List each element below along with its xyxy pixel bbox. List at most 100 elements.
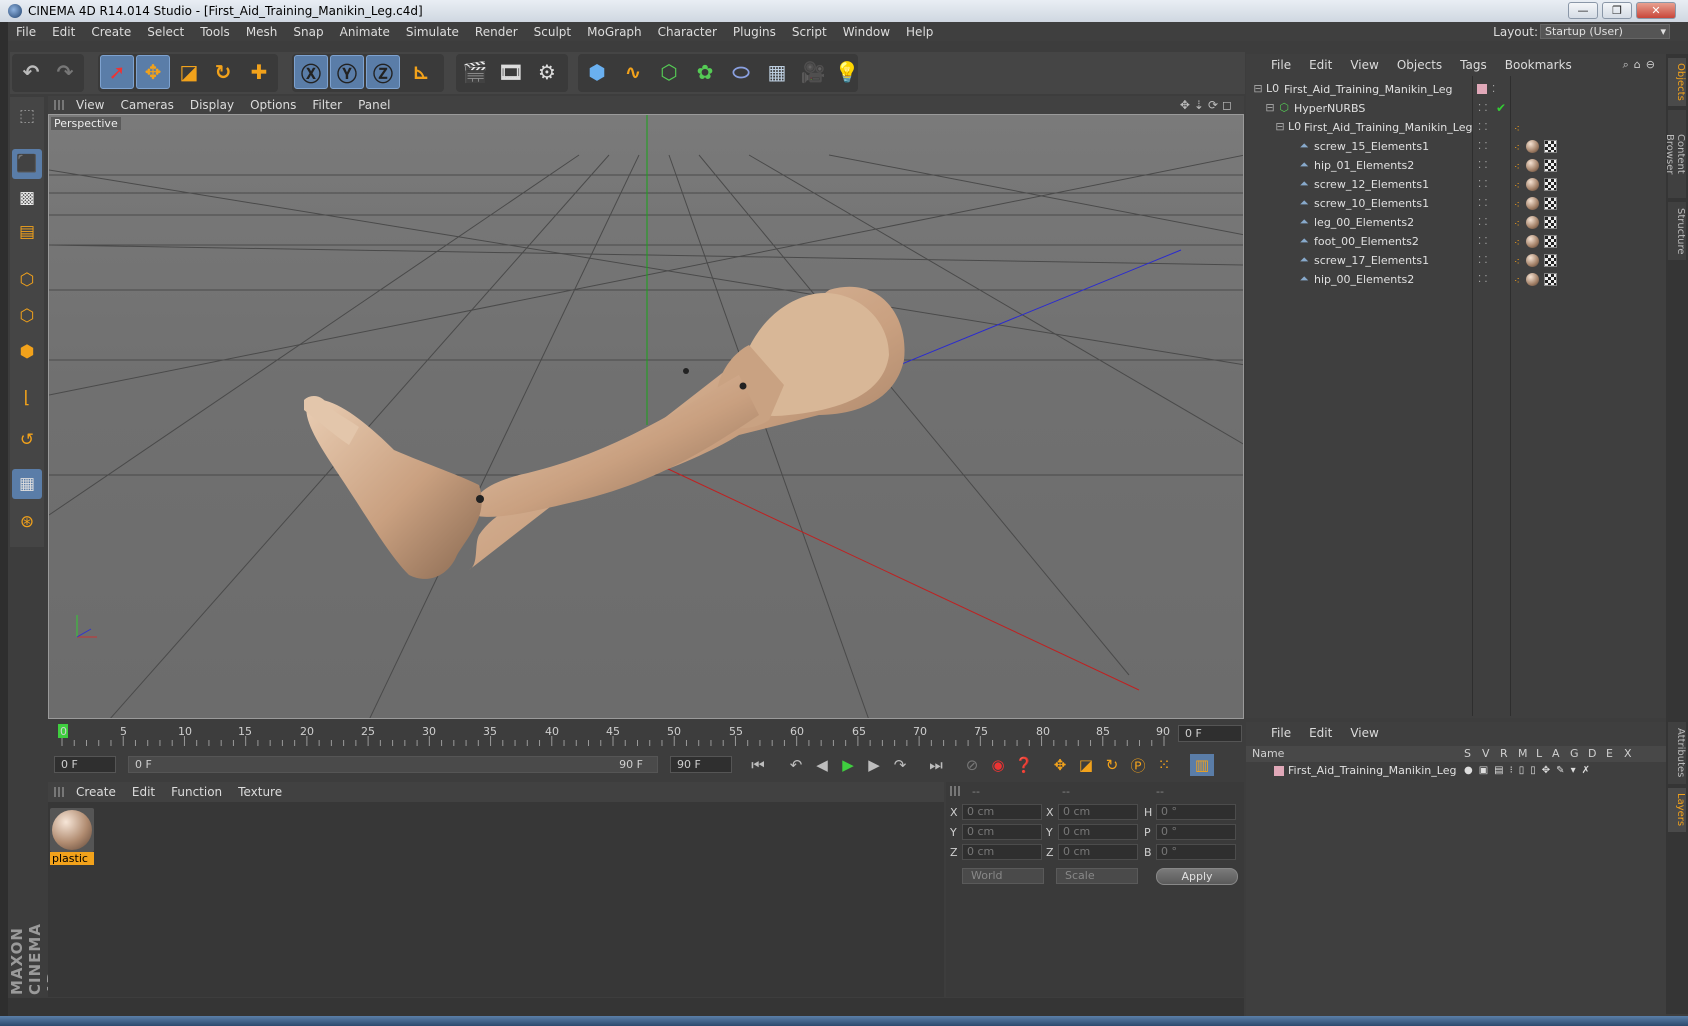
viewport-menu-display[interactable]: Display bbox=[182, 98, 242, 112]
objects-menu-bookmarks[interactable]: Bookmarks bbox=[1496, 58, 1581, 72]
visibility-dots[interactable]: ⁚ ⁚ bbox=[1478, 156, 1508, 175]
add-object-icon[interactable]: ✚ bbox=[242, 55, 276, 89]
visibility-dots[interactable]: ⁚ ⁚ bbox=[1478, 194, 1508, 213]
menu-create[interactable]: Create bbox=[83, 25, 139, 39]
manikin-leg-model[interactable] bbox=[304, 286, 905, 579]
x-axis-icon[interactable]: Ⓧ bbox=[294, 55, 328, 89]
uvw-tag-icon[interactable] bbox=[1544, 235, 1557, 248]
motion-record-icon[interactable]: ⊘ bbox=[960, 754, 984, 776]
prev-key-icon[interactable]: ↶ bbox=[784, 754, 808, 776]
objects-menu-tags[interactable]: Tags bbox=[1451, 58, 1496, 72]
minimize-button[interactable]: — bbox=[1568, 2, 1598, 19]
redo-icon[interactable]: ↷ bbox=[48, 55, 82, 89]
uvw-tag-icon[interactable] bbox=[1544, 254, 1557, 267]
polygons-mode-icon[interactable]: ⬢ bbox=[12, 337, 42, 367]
z-axis-icon[interactable]: Ⓩ bbox=[366, 55, 400, 89]
current-frame-field[interactable]: 0 F bbox=[1178, 725, 1242, 742]
objects-menu-objects[interactable]: Objects bbox=[1388, 58, 1451, 72]
menu-sculpt[interactable]: Sculpt bbox=[526, 25, 579, 39]
maximize-button[interactable]: ❐ bbox=[1602, 2, 1632, 19]
start-frame-field[interactable]: 0 F bbox=[54, 756, 116, 773]
menu-file[interactable]: File bbox=[8, 25, 44, 39]
material-tag-icon[interactable] bbox=[1526, 216, 1539, 229]
y-axis-icon[interactable]: Ⓨ bbox=[330, 55, 364, 89]
visibility-dots[interactable]: ⁚ ⁚ bbox=[1478, 137, 1508, 156]
visibility-dots[interactable]: ⁚ ⁚ bbox=[1478, 270, 1508, 289]
layer-row[interactable]: First_Aid_Training_Manikin_Leg ●▣▤⁝▯▯✥✎▾… bbox=[1246, 762, 1666, 780]
light-icon[interactable]: 💡 bbox=[830, 55, 864, 89]
layer-color-swatch[interactable] bbox=[1274, 766, 1284, 776]
scale-icon[interactable]: ◪ bbox=[172, 55, 206, 89]
key-pla-icon[interactable]: ⁙ bbox=[1152, 754, 1176, 776]
object-row[interactable]: ⏶ screw_12_Elements1 ⁚ ⁚ ⁖ bbox=[1246, 175, 1666, 194]
transform-mode-select[interactable]: Scale bbox=[1056, 868, 1138, 884]
phong-tag-icon[interactable]: ⁖ bbox=[1514, 139, 1524, 154]
render-view-icon[interactable]: 🎬 bbox=[458, 55, 492, 89]
layers-menu-view[interactable]: View bbox=[1341, 726, 1387, 740]
play-icon[interactable]: ▶ bbox=[836, 754, 860, 776]
material-menu-edit[interactable]: Edit bbox=[124, 785, 163, 799]
collapse-icon[interactable]: ⊟ bbox=[1264, 102, 1276, 114]
goto-end-icon[interactable]: ⏭ bbox=[924, 754, 948, 776]
layers-menu-edit[interactable]: Edit bbox=[1300, 726, 1341, 740]
menu-tools[interactable]: Tools bbox=[192, 25, 238, 39]
collapse-icon[interactable]: ⊟ bbox=[1252, 83, 1264, 95]
viewport-menu-filter[interactable]: Filter bbox=[304, 98, 350, 112]
coordinate-mode-select[interactable]: World bbox=[962, 868, 1044, 884]
key-position-icon[interactable]: ✥ bbox=[1048, 754, 1072, 776]
material-tag-icon[interactable] bbox=[1526, 235, 1539, 248]
viewport-nav-icons[interactable]: ✥⇣⟳◻ bbox=[1180, 98, 1236, 112]
next-key-icon[interactable]: ↷ bbox=[888, 754, 912, 776]
search-icon[interactable]: ⌕⌂⊖ bbox=[1623, 58, 1660, 72]
material-menu-texture[interactable]: Texture bbox=[230, 785, 290, 799]
layout-select[interactable]: Startup (User) ▾ bbox=[1540, 24, 1670, 39]
phong-tag-icon[interactable]: ⁖ bbox=[1514, 196, 1524, 211]
objects-menu-view[interactable]: View bbox=[1341, 58, 1387, 72]
position-x-field[interactable]: 0 cm bbox=[962, 804, 1042, 820]
key-parameter-icon[interactable]: Ⓟ bbox=[1126, 754, 1150, 776]
menu-edit[interactable]: Edit bbox=[44, 25, 83, 39]
timeline-window-icon[interactable]: ▥ bbox=[1190, 754, 1214, 776]
uvw-tag-icon[interactable] bbox=[1544, 140, 1557, 153]
menu-select[interactable]: Select bbox=[139, 25, 192, 39]
menu-help[interactable]: Help bbox=[898, 25, 941, 39]
next-frame-icon[interactable]: ▶ bbox=[862, 754, 886, 776]
menu-render[interactable]: Render bbox=[467, 25, 526, 39]
make-editable-icon[interactable]: ⬚ bbox=[12, 101, 42, 131]
material-tag-icon[interactable] bbox=[1526, 159, 1539, 172]
rotation-h-field[interactable]: 0 ° bbox=[1156, 804, 1236, 820]
viewport-menu-cameras[interactable]: Cameras bbox=[112, 98, 181, 112]
layer-flag-icons[interactable]: ●▣▤⁝▯▯✥✎▾✗ bbox=[1464, 762, 1596, 780]
menu-simulate[interactable]: Simulate bbox=[398, 25, 467, 39]
render-picture-viewer-icon[interactable]: 🎞 bbox=[494, 55, 528, 89]
objects-menu-file[interactable]: File bbox=[1262, 58, 1300, 72]
points-mode-icon[interactable]: ⬡ bbox=[12, 265, 42, 295]
menu-character[interactable]: Character bbox=[650, 25, 725, 39]
menu-mesh[interactable]: Mesh bbox=[238, 25, 286, 39]
apply-button[interactable]: Apply bbox=[1156, 868, 1238, 885]
perspective-viewport[interactable]: Perspective bbox=[48, 114, 1244, 719]
rotation-b-field[interactable]: 0 ° bbox=[1156, 844, 1236, 860]
material-swatch[interactable] bbox=[50, 808, 94, 852]
camera-icon[interactable]: 🎥 bbox=[796, 55, 830, 89]
viewport-menu-view[interactable]: View bbox=[68, 98, 112, 112]
phong-tag-icon[interactable]: ⁖ bbox=[1514, 215, 1524, 230]
menu-mograph[interactable]: MoGraph bbox=[579, 25, 650, 39]
object-row[interactable]: ⏶ hip_01_Elements2 ⁚ ⁚ ⁖ bbox=[1246, 156, 1666, 175]
key-rotation-icon[interactable]: ↻ bbox=[1100, 754, 1124, 776]
phong-tag-icon[interactable]: ⁖ bbox=[1514, 177, 1524, 192]
material-tag-icon[interactable] bbox=[1526, 273, 1539, 286]
position-y-field[interactable]: 0 cm bbox=[962, 824, 1042, 840]
workplane-mode-icon[interactable]: ▤ bbox=[12, 217, 42, 247]
uvw-tag-icon[interactable] bbox=[1544, 159, 1557, 172]
phong-tag-icon[interactable]: ⁖ bbox=[1514, 120, 1524, 135]
prev-frame-icon[interactable]: ◀ bbox=[810, 754, 834, 776]
model-mode-icon[interactable]: ⬛ bbox=[12, 149, 42, 179]
axis-mode-icon[interactable]: ⌊ bbox=[12, 383, 42, 413]
menu-animate[interactable]: Animate bbox=[332, 25, 398, 39]
live-selection-icon[interactable]: ➚ bbox=[100, 55, 134, 89]
material-tag-icon[interactable] bbox=[1526, 140, 1539, 153]
close-button[interactable]: ✕ bbox=[1636, 2, 1676, 19]
move-icon[interactable]: ✥ bbox=[136, 55, 170, 89]
texture-mode-icon[interactable]: ▩ bbox=[12, 183, 42, 213]
